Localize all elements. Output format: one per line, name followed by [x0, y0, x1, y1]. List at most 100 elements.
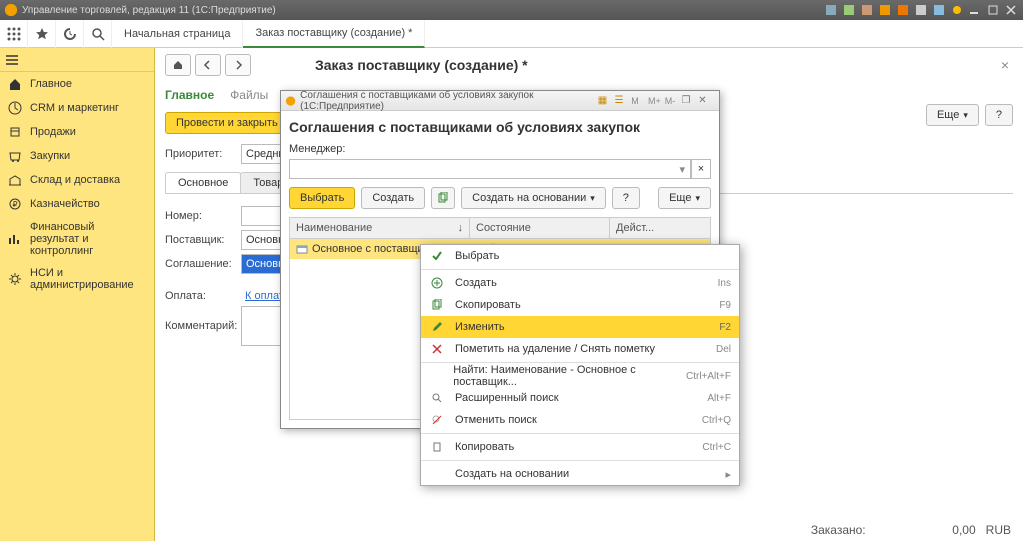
- menu-create-based[interactable]: Создать на основании ▸: [421, 463, 739, 485]
- menu-label: Создать на основании: [455, 468, 569, 480]
- manager-input[interactable]: [289, 159, 691, 179]
- close-tab-button[interactable]: ×: [997, 57, 1013, 73]
- dialog-restore-icon[interactable]: ❐: [682, 95, 699, 106]
- post-close-button[interactable]: Провести и закрыть: [165, 112, 289, 134]
- main-toolbar: Начальная страница Заказ поставщику (соз…: [0, 20, 1023, 48]
- sidebar-label: Главное: [30, 78, 72, 90]
- menu-label: Изменить: [455, 321, 505, 333]
- hamburger-icon[interactable]: [0, 48, 24, 71]
- toolbar-icon[interactable]: [913, 3, 929, 17]
- svg-text:₽: ₽: [12, 200, 17, 209]
- toolbar-icon[interactable]: [895, 3, 911, 17]
- more-button[interactable]: Еще: [658, 187, 711, 209]
- submenu-arrow-icon: ▸: [725, 468, 731, 481]
- priority-label: Приоритет:: [165, 148, 235, 160]
- menu-select[interactable]: Выбрать: [421, 245, 739, 267]
- menu-label: Создать: [455, 277, 497, 289]
- sidebar-item-warehouse[interactable]: Склад и доставка: [0, 168, 154, 192]
- tab-order[interactable]: Заказ поставщику (создание) *: [243, 20, 425, 48]
- dialog-m-icon[interactable]: M: [631, 96, 648, 106]
- tab-home[interactable]: Начальная страница: [112, 20, 243, 48]
- star-icon[interactable]: [28, 20, 56, 48]
- sidebar-item-crm[interactable]: CRM и маркетинг: [0, 96, 154, 120]
- window-title: Управление торговлей, редакция 11 (1С:Пр…: [22, 5, 276, 16]
- dialog-close-button[interactable]: ✕: [698, 95, 715, 106]
- dialog-mminus-icon[interactable]: M-: [665, 96, 682, 106]
- sidebar-item-nsi[interactable]: НСИ и администрирование: [0, 262, 154, 296]
- sidebar-label: Продажи: [30, 126, 76, 138]
- dialog-titlebar: Соглашения с поставщиками об условиях за…: [281, 91, 719, 111]
- col-name[interactable]: Наименование↓: [290, 218, 470, 238]
- sidebar: Главное CRM и маркетинг Продажи Закупки …: [0, 48, 155, 541]
- home-button[interactable]: [165, 54, 191, 76]
- app-icon: [285, 95, 296, 107]
- ordered-label: Заказано:: [811, 523, 866, 537]
- copy-button[interactable]: [431, 187, 455, 209]
- col-valid[interactable]: Дейст...: [610, 218, 710, 238]
- clear-button[interactable]: ×: [691, 159, 711, 179]
- sidebar-label: CRM и маркетинг: [30, 102, 119, 114]
- payment-label: Оплата:: [165, 290, 235, 302]
- sidebar-label: Финансовый результат и контроллинг: [30, 221, 146, 257]
- col-state[interactable]: Состояние: [470, 218, 610, 238]
- help-button[interactable]: ?: [612, 187, 640, 209]
- select-button[interactable]: Выбрать: [289, 187, 355, 209]
- menu-label: Расширенный поиск: [455, 392, 559, 404]
- history-icon[interactable]: [56, 20, 84, 48]
- menu-shortcut: F9: [719, 300, 731, 311]
- create-based-button[interactable]: Создать на основании: [461, 187, 606, 209]
- menu-icon[interactable]: [0, 20, 28, 48]
- close-button[interactable]: [1003, 3, 1019, 17]
- sidebar-label: Склад и доставка: [30, 174, 120, 186]
- menu-adv-search[interactable]: Расширенный поискAlt+F: [421, 387, 739, 409]
- sidebar-label: Казначейство: [30, 198, 100, 210]
- sidebar-item-finance[interactable]: Финансовый результат и контроллинг: [0, 216, 154, 262]
- toolbar-icon[interactable]: [877, 3, 893, 17]
- sidebar-tools: [0, 48, 154, 72]
- window-titlebar: Управление торговлей, редакция 11 (1С:Пр…: [0, 0, 1023, 20]
- page-title: Заказ поставщику (создание) *: [315, 57, 528, 73]
- dialog-mplus-icon[interactable]: M+: [648, 96, 665, 106]
- ordered-value: 0,00: [876, 523, 976, 537]
- sidebar-label: НСИ и администрирование: [30, 267, 146, 291]
- currency-label: RUB: [986, 523, 1011, 537]
- dialog-tool-icon[interactable]: ☰: [615, 95, 632, 106]
- sidebar-item-sales[interactable]: Продажи: [0, 120, 154, 144]
- toolbar-icon[interactable]: [949, 3, 965, 17]
- toolbar-icon[interactable]: [931, 3, 947, 17]
- menu-find[interactable]: Найти: Наименование - Основное с поставщ…: [421, 365, 739, 387]
- subtab-main[interactable]: Главное: [165, 84, 214, 106]
- sidebar-item-purchases[interactable]: Закупки: [0, 144, 154, 168]
- menu-mark-delete[interactable]: Пометить на удаление / Снять пометкуDel: [421, 338, 739, 360]
- number-label: Номер:: [165, 210, 235, 222]
- toolbar-icon[interactable]: [859, 3, 875, 17]
- menu-shortcut: Ins: [718, 278, 731, 289]
- search-icon[interactable]: [84, 20, 112, 48]
- menu-edit[interactable]: ИзменитьF2: [421, 316, 739, 338]
- menu-clipboard-copy[interactable]: КопироватьCtrl+C: [421, 436, 739, 458]
- subtab-files[interactable]: Файлы: [230, 84, 268, 106]
- toolbar-icon[interactable]: [841, 3, 857, 17]
- context-menu: Выбрать Создать Ins Скопировать F9 Изменит…: [420, 244, 740, 486]
- menu-copy[interactable]: Скопировать F9: [421, 294, 739, 316]
- dropdown-icon[interactable]: ▾: [679, 163, 685, 176]
- sidebar-item-treasury[interactable]: ₽ Казначейство: [0, 192, 154, 216]
- sidebar-item-main[interactable]: Главное: [0, 72, 154, 96]
- menu-cancel-search[interactable]: Отменить поискCtrl+Q: [421, 409, 739, 431]
- footer: Заказано: 0,00 RUB: [811, 523, 1011, 537]
- forward-button[interactable]: [225, 54, 251, 76]
- toolbar-icon[interactable]: [823, 3, 839, 17]
- menu-create[interactable]: Создать Ins: [421, 272, 739, 294]
- help-button[interactable]: ?: [985, 104, 1013, 126]
- dialog-tool-icon[interactable]: ▦: [598, 95, 615, 106]
- menu-label: Скопировать: [455, 299, 521, 311]
- dialog-heading: Соглашения с поставщиками об условиях за…: [289, 119, 711, 135]
- back-button[interactable]: [195, 54, 221, 76]
- menu-label: Отменить поиск: [455, 414, 537, 426]
- more-button[interactable]: Еще: [926, 104, 979, 126]
- create-button[interactable]: Создать: [361, 187, 425, 209]
- minimize-button[interactable]: [967, 3, 983, 17]
- doctab-main[interactable]: Основное: [165, 172, 241, 193]
- menu-shortcut: Del: [716, 344, 731, 355]
- maximize-button[interactable]: [985, 3, 1001, 17]
